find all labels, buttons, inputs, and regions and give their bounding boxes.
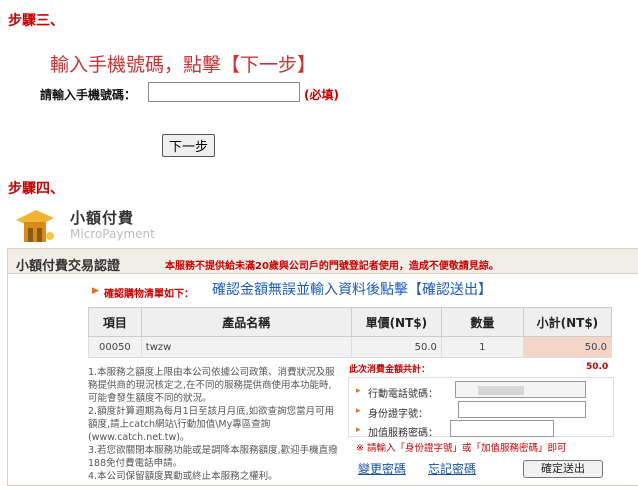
required-mark: (必填) — [304, 88, 339, 102]
note-item: 2.額度計算週期為每月1日至該月月底,如欲查詢您當月可用額度,請上catch網站… — [88, 406, 335, 443]
col-header-qty: 數量 — [440, 307, 524, 337]
micropayment-logo-icon — [10, 206, 62, 246]
bullet-icon: ▸ — [356, 425, 361, 435]
cell-price: 50.0 — [350, 336, 442, 358]
phone-input[interactable] — [148, 82, 300, 102]
logo-subtitle: MicroPayment — [70, 227, 155, 241]
mobile-number-label: 行動電話號碼： — [368, 389, 438, 400]
masked-number — [478, 386, 524, 395]
col-header-price: 單價(NT$) — [350, 307, 442, 337]
next-step-button[interactable]: 下一步 — [162, 134, 216, 157]
password-input[interactable] — [450, 420, 554, 437]
col-header-subtotal: 小計(NT$) — [522, 307, 613, 337]
confirm-instruction: 確認金額無誤並輸入資料後點擊【確認送出】 — [212, 282, 492, 298]
table-row: 00050 twzw 50.0 1 50.0 — [88, 336, 613, 358]
mobile-number-field[interactable] — [455, 381, 586, 398]
cell-item: 00050 — [88, 336, 142, 358]
id-number-label: 身份證字號： — [368, 409, 428, 420]
note-item: 4.本公司保留額度異動或終止本服務之權利。 — [88, 471, 278, 482]
service-notes: 1.本服務之額度上限由本公司依據公司政策、消費狀況及服務提供商的現況核定之,在不… — [88, 366, 338, 483]
input-hint: ※ 請輸入「身份證字號」或「加值服務密碼」即可 — [356, 443, 567, 454]
logo-title: 小額付費 — [70, 209, 135, 227]
password-label: 加值服務密碼： — [368, 428, 438, 439]
bullet-icon: ▸ — [356, 406, 361, 416]
cell-subtotal: 50.0 — [522, 336, 613, 358]
col-header-item: 項目 — [88, 307, 142, 337]
note-item: 1.本服務之額度上限由本公司依據公司政策、消費狀況及服務提供商的現況核定之,在不… — [88, 367, 335, 404]
id-number-input[interactable] — [458, 401, 586, 418]
step4-title: 步驟四、 — [8, 181, 64, 197]
bullet-icon: ▸ — [356, 386, 361, 396]
cell-qty: 1 — [440, 336, 524, 358]
product-table: 項目 產品名稱 單價(NT$) 數量 小計(NT$) 00050 twzw 50… — [88, 307, 613, 358]
total-value: 50.0 — [586, 362, 609, 372]
phone-label: 請輸入手機號碼： — [40, 88, 137, 102]
change-password-link[interactable]: 變更密碼 — [358, 460, 406, 477]
step3-instruction: 輸入手機號碼，點擊【下一步】 — [50, 54, 317, 76]
note-item: 3.若您欲關閉本服務功能或是調降本服務額度,歡迎手機直撥188免付費電話申請。 — [88, 445, 338, 469]
panel-title: 小額付費交易認證 — [16, 259, 121, 274]
arrow-icon: ▶ — [92, 286, 99, 296]
step3-title: 步驟三、 — [8, 13, 64, 29]
confirm-list-label: 確認購物清單如下： — [104, 289, 194, 300]
forgot-password-link[interactable]: 忘記密碼 — [428, 460, 476, 477]
total-label: 此次消費金額共計： — [349, 365, 431, 375]
panel-warning: 本服務不提供給未滿20歲與公司戶的門號登記者使用，造成不便敬請見諒。 — [165, 261, 499, 272]
col-header-product: 產品名稱 — [140, 307, 352, 337]
cell-product: twzw — [140, 336, 352, 358]
submit-button[interactable]: 確定送出 — [523, 460, 603, 478]
